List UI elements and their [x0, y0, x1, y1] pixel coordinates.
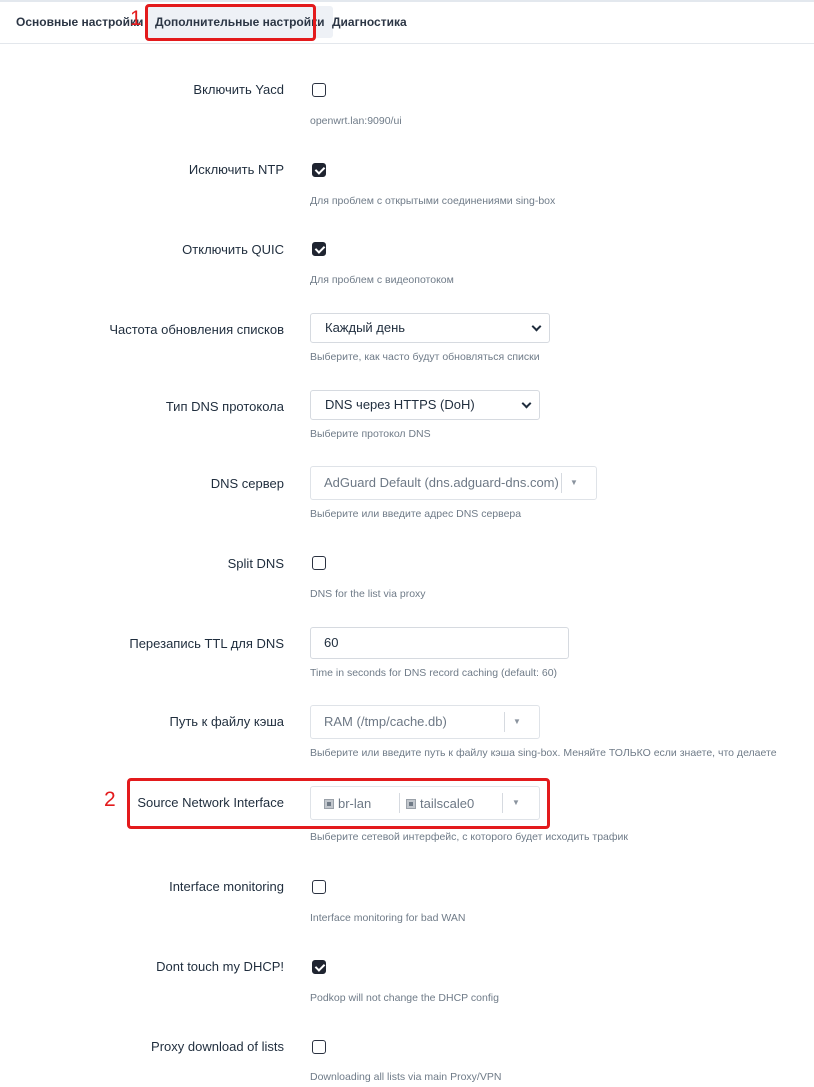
dns-server-combobox[interactable]: AdGuard Default (dns.adguard-dns.com) ▼: [310, 466, 597, 500]
cache-path-value: RAM (/tmp/cache.db): [324, 714, 447, 729]
proxy-download-label: Proxy download of lists: [151, 1039, 284, 1054]
chevron-down-icon: [521, 398, 532, 409]
update-interval-select[interactable]: Каждый день: [310, 313, 550, 343]
yacd-checkbox[interactable]: [312, 83, 326, 97]
chip-br-lan[interactable]: br-lan: [324, 787, 371, 821]
disable-quic-label: Отключить QUIC: [182, 242, 284, 257]
exclude-ntp-label: Исключить NTP: [188, 162, 284, 177]
divider: [502, 793, 503, 813]
update-interval-value: Каждый день: [325, 320, 406, 335]
dont-touch-dhcp-checkbox[interactable]: [312, 960, 326, 974]
dns-type-label: Тип DNS протокола: [165, 399, 284, 414]
marker-1: 1: [130, 7, 142, 30]
divider: [399, 793, 400, 813]
dont-touch-dhcp-help: Podkop will not change the DHCP config: [310, 992, 499, 1004]
network-interface-icon: [406, 799, 416, 809]
cache-path-help: Выберите или введите путь к файлу кэша s…: [310, 747, 777, 759]
iface-monitoring-label: Interface monitoring: [169, 879, 284, 894]
split-dns-label: Split DNS: [227, 556, 284, 571]
source-iface-multiselect[interactable]: br-lan tailscale0 ▼: [310, 786, 540, 820]
caret-down-icon[interactable]: ▼: [570, 467, 578, 499]
dns-server-label: DNS сервер: [210, 476, 284, 491]
chip-tailscale0-label: tailscale0: [420, 796, 475, 811]
tab-diagnostics[interactable]: Диагностика: [324, 6, 415, 38]
dns-type-value: DNS через HTTPS (DoH): [325, 397, 475, 412]
dns-ttl-input[interactable]: 60: [310, 627, 569, 659]
tab-advanced-settings[interactable]: Дополнительные настройки: [147, 6, 333, 38]
source-iface-help: Выберите сетевой интерфейс, с которого б…: [310, 831, 628, 843]
divider: [504, 712, 505, 732]
network-interface-icon: [324, 799, 334, 809]
iface-monitoring-checkbox[interactable]: [312, 880, 326, 894]
exclude-ntp-help: Для проблем с открытыми соединениями sin…: [310, 195, 556, 207]
dns-type-select[interactable]: DNS через HTTPS (DoH): [310, 390, 540, 420]
cache-path-label: Путь к файлу кэша: [169, 714, 285, 729]
tab-bar: Основные настройки Дополнительные настро…: [0, 2, 814, 44]
dns-server-help: Выберите или введите адрес DNS сервера: [310, 508, 522, 520]
dont-touch-dhcp-label: Dont touch my DHCP!: [156, 959, 284, 974]
chevron-down-icon: [531, 321, 542, 332]
divider: [561, 473, 562, 493]
yacd-help: openwrt.lan:9090/ui: [310, 115, 402, 127]
disable-quic-checkbox[interactable]: [312, 242, 326, 256]
source-iface-label: Source Network Interface: [137, 795, 284, 810]
update-interval-label: Частота обновления списков: [109, 322, 284, 337]
chip-br-lan-label: br-lan: [338, 796, 372, 811]
dns-type-help: Выберите протокол DNS: [310, 428, 431, 440]
dns-server-value: AdGuard Default (dns.adguard-dns.com): [324, 475, 559, 490]
update-interval-help: Выберите, как часто будут обновляться сп…: [310, 351, 540, 363]
chip-tailscale0[interactable]: tailscale0: [406, 787, 474, 821]
split-dns-help: DNS for the list via proxy: [310, 588, 426, 600]
proxy-download-help: Downloading all lists via main Proxy/VPN: [310, 1071, 502, 1083]
dns-ttl-label: Перезапись TTL для DNS: [129, 636, 284, 651]
caret-down-icon[interactable]: ▼: [512, 787, 520, 819]
cache-path-combobox[interactable]: RAM (/tmp/cache.db) ▼: [310, 705, 540, 739]
dns-ttl-help: Time in seconds for DNS record caching (…: [310, 667, 558, 679]
exclude-ntp-checkbox[interactable]: [312, 163, 326, 177]
proxy-download-checkbox[interactable]: [312, 1040, 326, 1054]
caret-down-icon[interactable]: ▼: [513, 706, 521, 738]
disable-quic-help: Для проблем с видеопотоком: [310, 274, 454, 286]
split-dns-checkbox[interactable]: [312, 556, 326, 570]
yacd-label: Включить Yacd: [193, 82, 284, 97]
marker-2: 2: [104, 788, 116, 811]
iface-monitoring-help: Interface monitoring for bad WAN: [310, 912, 466, 924]
